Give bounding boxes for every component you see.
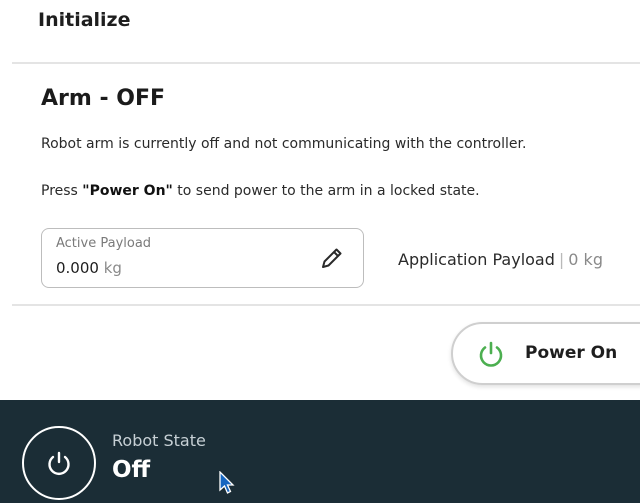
power-on-label: Power On — [525, 343, 618, 363]
application-payload: Application Payload | 0 kg — [398, 250, 603, 269]
robot-state-bar: Robot State Off — [0, 400, 640, 503]
application-payload-value: 0 kg — [568, 250, 603, 269]
mouse-cursor-icon — [218, 470, 236, 495]
robot-state-label: Robot State — [112, 431, 206, 450]
instruction-suffix: to send power to the arm in a locked sta… — [172, 183, 480, 199]
divider — [12, 62, 640, 64]
active-payload-unit: kg — [103, 259, 122, 277]
instruction-prefix: Press — [41, 183, 83, 199]
power-icon — [475, 338, 507, 370]
active-payload-field[interactable]: Active Payload 0.000 kg — [41, 228, 364, 288]
robot-state-power-button[interactable] — [22, 426, 96, 500]
divider — [12, 304, 640, 306]
arm-status-text: Robot arm is currently off and not commu… — [41, 136, 527, 152]
active-payload-label: Active Payload — [56, 236, 152, 251]
header: Initialize — [0, 0, 640, 62]
instruction-bold: "Power On" — [82, 183, 173, 199]
page-title: Initialize — [38, 9, 131, 31]
pencil-icon[interactable] — [317, 243, 347, 273]
power-on-button[interactable]: Power On — [451, 322, 640, 385]
active-payload-number: 0.000 — [56, 259, 99, 277]
arm-status-title: Arm - OFF — [41, 86, 166, 111]
application-payload-separator: | — [558, 250, 565, 269]
robot-state-value: Off — [112, 457, 151, 483]
power-icon — [43, 447, 75, 479]
application-payload-label: Application Payload — [398, 250, 555, 269]
active-payload-value: 0.000 kg — [56, 259, 122, 277]
power-instruction: Press "Power On" to send power to the ar… — [41, 183, 480, 199]
